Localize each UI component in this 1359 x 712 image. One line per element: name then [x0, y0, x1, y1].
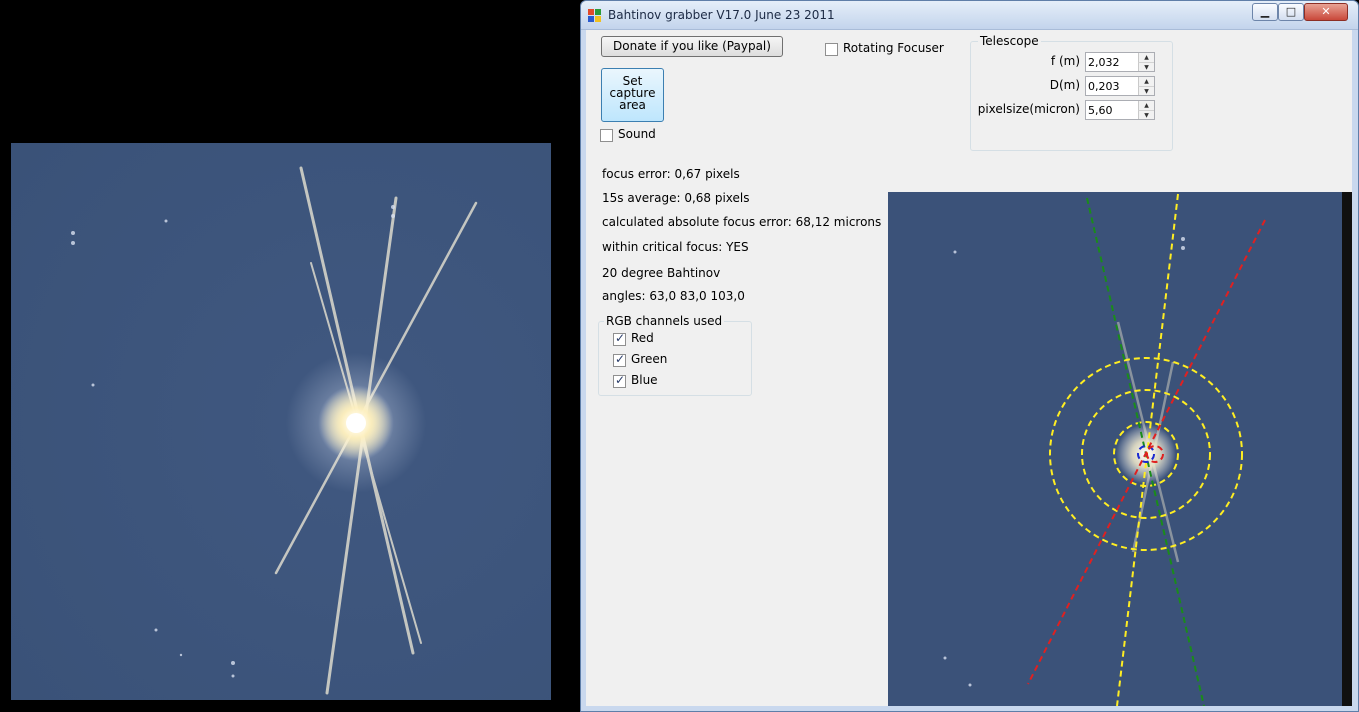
- sound-checkbox[interactable]: [600, 129, 613, 142]
- red-channel-label: Red: [631, 331, 654, 345]
- pixelsize-label: pixelsize(micron): [977, 102, 1080, 116]
- blue-channel-label: Blue: [631, 373, 658, 387]
- diameter-label: D(m): [1049, 78, 1080, 92]
- donate-button[interactable]: Donate if you like (Paypal): [601, 36, 783, 57]
- spin-up-icon[interactable]: ▲: [1138, 53, 1154, 62]
- pixelsize-input[interactable]: [1088, 103, 1136, 117]
- image-edge-scrollbar: [1342, 192, 1352, 706]
- window-title: Bahtinov grabber V17.0 June 23 2011: [608, 8, 835, 22]
- minimize-icon[interactable]: ▁: [1252, 3, 1278, 21]
- title-bar[interactable]: Bahtinov grabber V17.0 June 23 2011 ▁ □ …: [581, 1, 1358, 30]
- rgb-group-title: RGB channels used: [604, 314, 725, 328]
- spin-down-icon[interactable]: ▼: [1138, 110, 1154, 119]
- angles-text: angles: 63,0 83,0 103,0: [602, 289, 745, 303]
- focal-length-spinner[interactable]: ▲ ▼: [1085, 52, 1155, 72]
- bahtinov-grabber-window: Bahtinov grabber V17.0 June 23 2011 ▁ □ …: [580, 0, 1359, 712]
- spin-up-icon[interactable]: ▲: [1138, 77, 1154, 86]
- absolute-error-text: calculated absolute focus error: 68,12 m…: [602, 215, 882, 229]
- green-channel-checkbox[interactable]: [613, 352, 626, 367]
- maximize-icon[interactable]: □: [1278, 3, 1304, 21]
- diffraction-spikes: [71, 166, 478, 695]
- diameter-spinner[interactable]: ▲ ▼: [1085, 76, 1155, 96]
- pixelsize-spinner[interactable]: ▲ ▼: [1085, 100, 1155, 120]
- blue-channel-checkbox[interactable]: [613, 373, 626, 388]
- rotating-focuser-label: Rotating Focuser: [843, 41, 944, 55]
- close-icon[interactable]: ✕: [1304, 3, 1348, 21]
- spin-up-icon[interactable]: ▲: [1138, 101, 1154, 110]
- rotating-focuser-checkbox[interactable]: [825, 43, 838, 56]
- telescope-group-title: Telescope: [978, 34, 1041, 48]
- captured-star-image: [11, 143, 551, 700]
- focal-length-input[interactable]: [1088, 55, 1136, 69]
- critical-focus-text: within critical focus: YES: [602, 240, 749, 254]
- rgb-channels-group: RGB channels used Red Green Blue: [598, 314, 752, 396]
- focus-overlay: [943, 193, 1266, 706]
- sound-label: Sound: [618, 127, 656, 141]
- app-icon: [588, 9, 602, 23]
- spin-down-icon[interactable]: ▼: [1138, 62, 1154, 71]
- spin-down-icon[interactable]: ▼: [1138, 86, 1154, 95]
- focus-analysis-image: [888, 192, 1352, 706]
- green-channel-label: Green: [631, 352, 668, 366]
- set-capture-area-button[interactable]: Set capture area: [601, 68, 664, 122]
- focal-length-label: f (m): [1050, 54, 1080, 68]
- diameter-input[interactable]: [1088, 79, 1136, 93]
- average-text: 15s average: 0,68 pixels: [602, 191, 750, 205]
- client-area: Donate if you like (Paypal) Set capture …: [586, 30, 1352, 706]
- capture-label-line3: area: [619, 98, 646, 112]
- focus-error-text: focus error: 0,67 pixels: [602, 167, 740, 181]
- mask-type-text: 20 degree Bahtinov: [602, 266, 721, 280]
- telescope-group: Telescope f (m) ▲ ▼ D(m) ▲ ▼ pixelsize(m…: [970, 34, 1173, 151]
- red-channel-checkbox[interactable]: [613, 331, 626, 346]
